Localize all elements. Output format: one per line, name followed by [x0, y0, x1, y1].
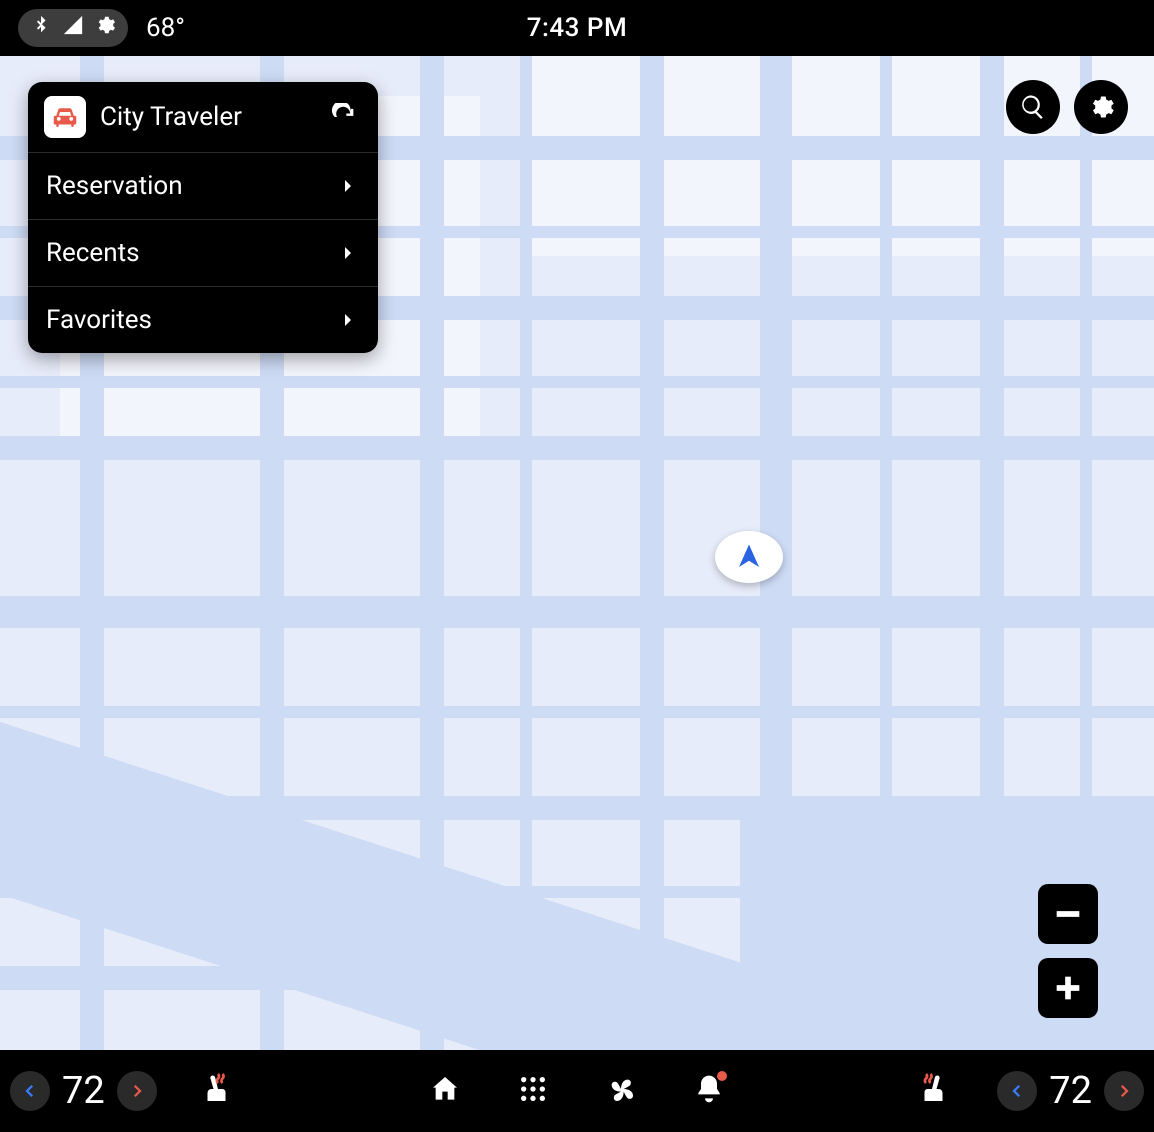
bluetooth-icon	[30, 13, 52, 43]
chevron-right-icon	[1115, 1082, 1133, 1100]
right-temp-down-button[interactable]	[997, 1071, 1037, 1111]
app-menu-header: City Traveler	[28, 82, 378, 153]
current-location-marker[interactable]	[715, 531, 783, 583]
clock: 7:43 PM	[527, 13, 627, 43]
notifications-button[interactable]	[693, 1073, 725, 1109]
left-seat-heat-button[interactable]	[197, 1071, 233, 1111]
left-temp-value: 72	[54, 1069, 113, 1113]
search-button[interactable]	[1006, 80, 1060, 134]
zoom-out-button[interactable]	[1038, 884, 1098, 944]
menu-item-label: Reservation	[46, 171, 183, 201]
refresh-icon	[330, 103, 358, 131]
menu-item-label: Favorites	[46, 305, 152, 335]
seat-heat-icon	[917, 1071, 953, 1107]
system-nav	[429, 1073, 725, 1109]
car-icon	[44, 96, 86, 138]
right-temp-value: 72	[1041, 1069, 1100, 1113]
chevron-right-icon	[336, 174, 360, 198]
chevron-right-icon	[336, 308, 360, 332]
fan-icon	[605, 1073, 637, 1105]
left-climate-cluster: 72	[10, 1069, 157, 1113]
map-settings-button[interactable]	[1074, 80, 1128, 134]
chevron-left-icon	[1008, 1082, 1026, 1100]
app-title: City Traveler	[100, 102, 312, 132]
chevron-left-icon	[21, 1082, 39, 1100]
home-button[interactable]	[429, 1073, 461, 1109]
apps-grid-icon	[517, 1073, 549, 1105]
menu-item-label: Recents	[46, 238, 140, 268]
navigation-arrow-icon	[734, 542, 764, 572]
menu-item-reservation[interactable]: Reservation	[28, 153, 378, 220]
plus-icon	[1051, 971, 1085, 1005]
status-pill[interactable]	[18, 9, 128, 47]
menu-item-recents[interactable]: Recents	[28, 220, 378, 287]
gear-icon	[1087, 93, 1115, 121]
hvac-button[interactable]	[605, 1073, 637, 1109]
left-temp-down-button[interactable]	[10, 1071, 50, 1111]
menu-item-favorites[interactable]: Favorites	[28, 287, 378, 353]
apps-button[interactable]	[517, 1073, 549, 1109]
search-icon	[1019, 93, 1047, 121]
chevron-right-icon	[336, 241, 360, 265]
gear-icon	[94, 13, 116, 43]
seat-heat-icon	[197, 1071, 233, 1107]
refresh-button[interactable]	[326, 99, 362, 135]
notification-badge	[717, 1071, 727, 1081]
map-top-controls	[1006, 80, 1128, 134]
outside-temp: 68°	[146, 13, 185, 43]
right-climate-cluster: 72	[917, 1069, 1144, 1113]
left-temp-up-button[interactable]	[117, 1071, 157, 1111]
home-icon	[429, 1073, 461, 1105]
app-menu-card: City Traveler Reservation Recents Favori…	[28, 82, 378, 353]
zoom-in-button[interactable]	[1038, 958, 1098, 1018]
map[interactable]: City Traveler Reservation Recents Favori…	[0, 56, 1154, 1050]
right-seat-heat-button[interactable]	[917, 1071, 953, 1111]
bottom-bar: 72	[0, 1050, 1154, 1132]
status-bar: 68° 7:43 PM	[0, 0, 1154, 56]
chevron-right-icon	[128, 1082, 146, 1100]
right-temp-up-button[interactable]	[1104, 1071, 1144, 1111]
zoom-controls	[1038, 884, 1098, 1018]
minus-icon	[1051, 897, 1085, 931]
signal-icon	[62, 13, 84, 43]
